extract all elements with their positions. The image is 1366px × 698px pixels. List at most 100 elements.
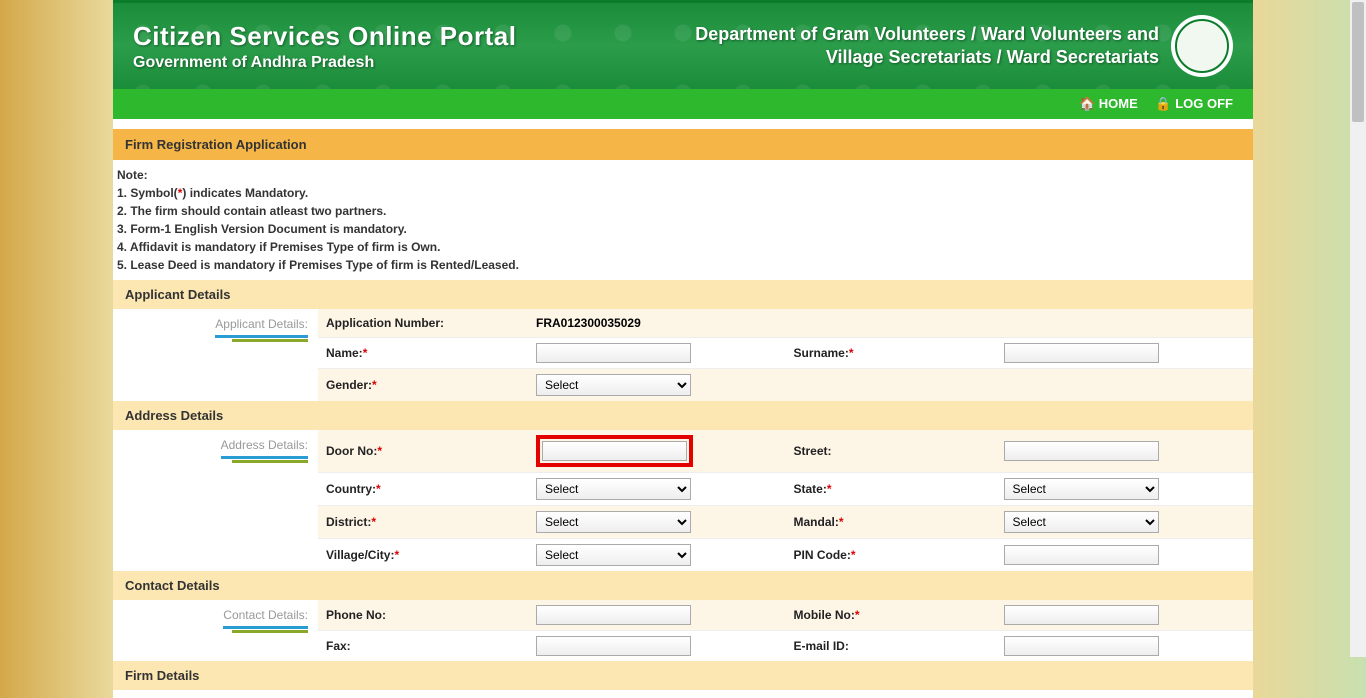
street-input[interactable] [1004,441,1159,461]
village-select[interactable]: Select [536,544,691,566]
pin-input-wrap [1004,545,1159,565]
village-label-text: Village/City: [326,548,394,562]
door-input-wrap [536,435,693,467]
note-item-3: 3. Form-1 English Version Document is ma… [117,220,1249,238]
note-item-5: 5. Lease Deed is mandatory if Premises T… [117,256,1249,274]
portal-subtitle: Government of Andhra Pradesh [133,54,516,72]
phone-input[interactable] [536,605,691,625]
state-label-text: State: [794,482,827,496]
gender-select[interactable]: Select [536,374,691,396]
req-asterisk: * [377,444,382,458]
nav-bar: 🏠 HOME 🔒 LOG OFF [113,89,1253,119]
logoff-label: LOG OFF [1175,96,1233,111]
cell-empty [786,369,1254,401]
contact-fields: Phone No: Mobile No:* Fax: E-mail ID: [318,600,1253,661]
cell-mandal: Mandal:* Select [786,506,1254,538]
home-label: HOME [1099,96,1138,111]
applicant-fields: Application Number: FRA012300035029 Name… [318,309,1253,401]
mandal-label-text: Mandal: [794,515,839,529]
address-side-label-col: Address Details: [113,430,318,571]
fax-label: Fax: [326,639,536,653]
gender-input-wrap: Select [536,374,691,396]
pin-input[interactable] [1004,545,1159,565]
cell-name: Name:* [318,338,786,368]
country-label: Country:* [326,482,536,496]
country-input-wrap: Select [536,478,691,500]
state-select[interactable]: Select [1004,478,1159,500]
village-label: Village/City:* [326,548,536,562]
note-item-2: 2. The firm should contain atleast two p… [117,202,1249,220]
mandal-select[interactable]: Select [1004,511,1159,533]
dept-line1: Department of Gram Volunteers / Ward Vol… [695,23,1159,46]
address-fields: Door No:* Street: Country:* [318,430,1253,571]
req-asterisk: * [372,378,377,392]
section-applicant-header: Applicant Details [113,280,1253,309]
asterisk-sample: * [178,186,183,200]
app-number-label: Application Number: [326,316,536,330]
home-link[interactable]: 🏠 HOME [1079,96,1141,111]
cell-country: Country:* Select [318,473,786,505]
address-side-label: Address Details: [221,438,308,459]
underline-accent [232,630,308,633]
cell-village: Village/City:* Select [318,539,786,571]
row-gender: Gender:* Select [318,369,1253,401]
row-village-pin: Village/City:* Select PIN Code:* [318,539,1253,571]
country-select[interactable]: Select [536,478,691,500]
section-contact-header: Contact Details [113,571,1253,600]
district-input-wrap: Select [536,511,691,533]
notes-heading: Note: [117,166,1249,184]
mobile-input[interactable] [1004,605,1159,625]
name-input[interactable] [536,343,691,363]
surname-label: Surname:* [794,346,1004,360]
state-emblem-icon [1171,15,1233,77]
section-address-header: Address Details [113,401,1253,430]
scrollbar-track[interactable] [1350,0,1366,657]
gender-label: Gender:* [326,378,536,392]
app-number-value: FRA012300035029 [536,316,641,330]
note-item-4: 4. Affidavit is mandatory if Premises Ty… [117,238,1249,256]
req-asterisk: * [855,608,860,622]
header-right: Department of Gram Volunteers / Ward Vol… [695,15,1233,77]
applicant-side-label: Applicant Details: [215,317,308,338]
email-label: E-mail ID: [794,639,1004,653]
req-asterisk: * [849,346,854,360]
req-asterisk: * [839,515,844,529]
surname-input[interactable] [1004,343,1159,363]
cell-mobile: Mobile No:* [786,600,1254,630]
section-address-body: Address Details: Door No:* Street: [113,430,1253,571]
fax-input-wrap [536,636,691,656]
name-label: Name:* [326,346,536,360]
door-label-text: Door No: [326,444,377,458]
req-asterisk: * [363,346,368,360]
cell-pin: PIN Code:* [786,539,1254,571]
email-input[interactable] [1004,636,1159,656]
req-asterisk: * [371,515,376,529]
header-left: Citizen Services Online Portal Governmen… [133,21,516,72]
cell-street: Street: [786,430,1254,472]
content-wrap: Firm Registration Application Note: 1. S… [113,119,1253,698]
page-heading: Firm Registration Application [113,129,1253,160]
dept-line2: Village Secretariats / Ward Secretariats [695,46,1159,69]
scrollbar-thumb[interactable] [1352,2,1364,122]
row-country-state: Country:* Select State:* Select [318,473,1253,506]
department-name: Department of Gram Volunteers / Ward Vol… [695,23,1159,70]
surname-input-wrap [1004,343,1159,363]
fax-input[interactable] [536,636,691,656]
mobile-input-wrap [1004,605,1159,625]
surname-label-text: Surname: [794,346,849,360]
req-asterisk: * [827,482,832,496]
row-app-number: Application Number: FRA012300035029 [318,309,1253,338]
underline-accent [232,339,308,342]
home-icon: 🏠 [1079,96,1095,111]
section-contact-body: Contact Details: Phone No: Mobile No:* [113,600,1253,661]
state-label: State:* [794,482,1004,496]
door-input[interactable] [542,441,687,461]
door-highlight-box [536,435,693,467]
district-select[interactable]: Select [536,511,691,533]
mandal-label: Mandal:* [794,515,1004,529]
cell-phone: Phone No: [318,600,786,630]
logoff-link[interactable]: 🔒 LOG OFF [1155,96,1233,111]
state-input-wrap: Select [1004,478,1159,500]
pin-label-text: PIN Code: [794,548,851,562]
name-label-text: Name: [326,346,363,360]
